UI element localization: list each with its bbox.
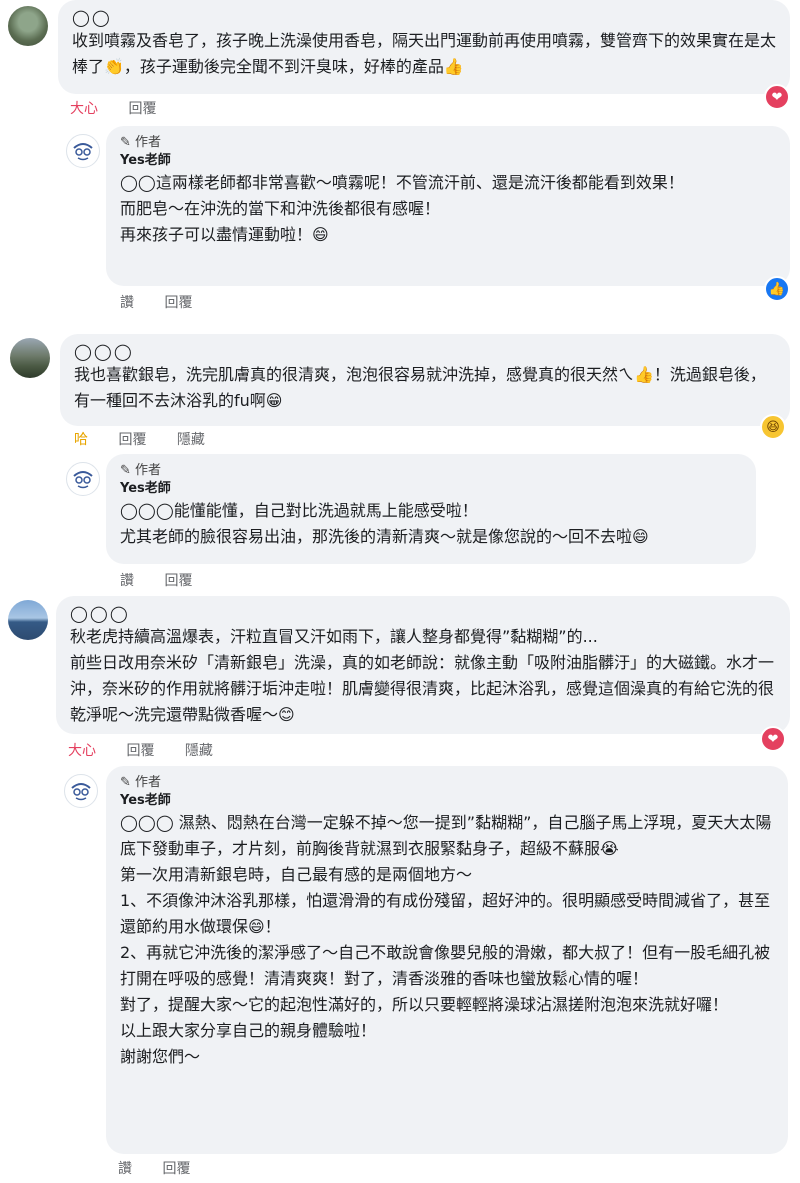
haha-button[interactable]: 哈 <box>74 432 88 448</box>
like-reaction-icon[interactable]: 👍 <box>764 276 790 302</box>
love-button[interactable]: 大心 <box>70 101 98 117</box>
comment-text: 秋老虎持續高溫爆表，汗粒直冒又汗如雨下，讓人整身都覺得”黏糊糊”的... 前些日… <box>70 627 775 724</box>
comment-actions: 大心 回覆 <box>70 98 182 118</box>
author-avatar[interactable] <box>64 774 98 808</box>
like-button[interactable]: 讚 <box>120 573 134 589</box>
commenter-name[interactable]: ◯◯ <box>72 8 776 28</box>
comment-text: 收到噴霧及香皂了，孩子晚上洗澡使用香皂，隔天出門運動前再使用噴霧，雙管齊下的效果… <box>72 31 777 76</box>
pencil-icon: ✎ <box>120 463 131 478</box>
reply-button[interactable]: 回覆 <box>118 432 146 448</box>
love-reaction-icon[interactable]: ❤ <box>764 84 790 110</box>
teacher-logo-icon <box>73 143 93 161</box>
like-button[interactable]: 讚 <box>118 1161 132 1177</box>
author-avatar[interactable] <box>66 134 100 168</box>
author-badge: ✎ 作者 <box>120 774 774 792</box>
reply-text: ◯◯◯ 濕熱、悶熱在台灣一定躲不掉～您一提到”黏糊糊”，自己腦子馬上浮現，夏天大… <box>120 813 772 1066</box>
author-badge-label: 作者 <box>135 463 162 478</box>
comment-bubble: ◯◯ 收到噴霧及香皂了，孩子晚上洗澡使用香皂，隔天出門運動前再使用噴霧，雙管齊下… <box>58 0 790 94</box>
avatar[interactable] <box>8 6 48 46</box>
comment-text: 我也喜歡銀皂，洗完肌膚真的很清爽，泡泡很容易就沖洗掉，感覺真的很天然ㄟ👍！洗過銀… <box>74 365 766 410</box>
reply-button[interactable]: 回覆 <box>126 743 154 759</box>
comment-actions: 大心 回覆 隱藏 <box>68 740 239 760</box>
pencil-icon: ✎ <box>120 775 131 790</box>
avatar[interactable] <box>8 600 48 640</box>
author-avatar[interactable] <box>66 462 100 496</box>
comment-bubble: ◯◯◯ 秋老虎持續高溫爆表，汗粒直冒又汗如雨下，讓人整身都覺得”黏糊糊”的...… <box>56 596 790 734</box>
reply-actions: 讚 回覆 <box>118 1158 216 1178</box>
reply-button[interactable]: 回覆 <box>162 1161 190 1177</box>
love-reaction-icon[interactable]: ❤ <box>760 726 786 752</box>
hide-button[interactable]: 隱藏 <box>177 432 205 448</box>
love-button[interactable]: 大心 <box>68 743 96 759</box>
reply-text: ◯◯◯能懂能懂，自己對比洗過就馬上能感受啦！ 尤其老師的臉很容易出油，那洗後的清… <box>120 501 649 546</box>
reply-button[interactable]: 回覆 <box>128 101 156 117</box>
reply-button[interactable]: 回覆 <box>164 295 192 311</box>
comment-bubble: ◯◯◯ 我也喜歡銀皂，洗完肌膚真的很清爽，泡泡很容易就沖洗掉，感覺真的很天然ㄟ👍… <box>60 334 790 426</box>
author-name[interactable]: Yes老師 <box>120 792 774 810</box>
avatar[interactable] <box>10 338 50 378</box>
hide-button[interactable]: 隱藏 <box>185 743 213 759</box>
author-badge-label: 作者 <box>135 135 162 150</box>
author-name[interactable]: Yes老師 <box>120 480 742 498</box>
pencil-icon: ✎ <box>120 135 131 150</box>
reply-bubble: ✎ 作者 Yes老師 ◯◯◯能懂能懂，自己對比洗過就馬上能感受啦！ 尤其老師的臉… <box>106 454 756 564</box>
reply-actions: 讚 回覆 <box>120 292 218 312</box>
author-badge-label: 作者 <box>135 775 162 790</box>
reply-bubble: ✎ 作者 Yes老師 ◯◯◯ 濕熱、悶熱在台灣一定躲不掉～您一提到”黏糊糊”，自… <box>106 766 788 1154</box>
comment-actions: 哈 回覆 隱藏 <box>74 429 231 449</box>
reply-actions: 讚 回覆 <box>120 570 218 590</box>
author-badge: ✎ 作者 <box>120 134 776 152</box>
author-badge: ✎ 作者 <box>120 462 742 480</box>
commenter-name[interactable]: ◯◯◯ <box>74 342 776 362</box>
reply-text: ◯◯這兩樣老師都非常喜歡～噴霧呢！不管流汗前、還是流汗後都能看到效果！ 而肥皂～… <box>120 173 684 244</box>
teacher-logo-icon <box>73 471 93 489</box>
haha-reaction-icon[interactable]: 😆 <box>760 414 786 440</box>
author-name[interactable]: Yes老師 <box>120 152 776 170</box>
like-button[interactable]: 讚 <box>120 295 134 311</box>
reply-bubble: ✎ 作者 Yes老師 ◯◯這兩樣老師都非常喜歡～噴霧呢！不管流汗前、還是流汗後都… <box>106 126 790 286</box>
commenter-name[interactable]: ◯◯◯ <box>70 604 776 624</box>
reply-button[interactable]: 回覆 <box>164 573 192 589</box>
teacher-logo-icon <box>71 783 91 801</box>
